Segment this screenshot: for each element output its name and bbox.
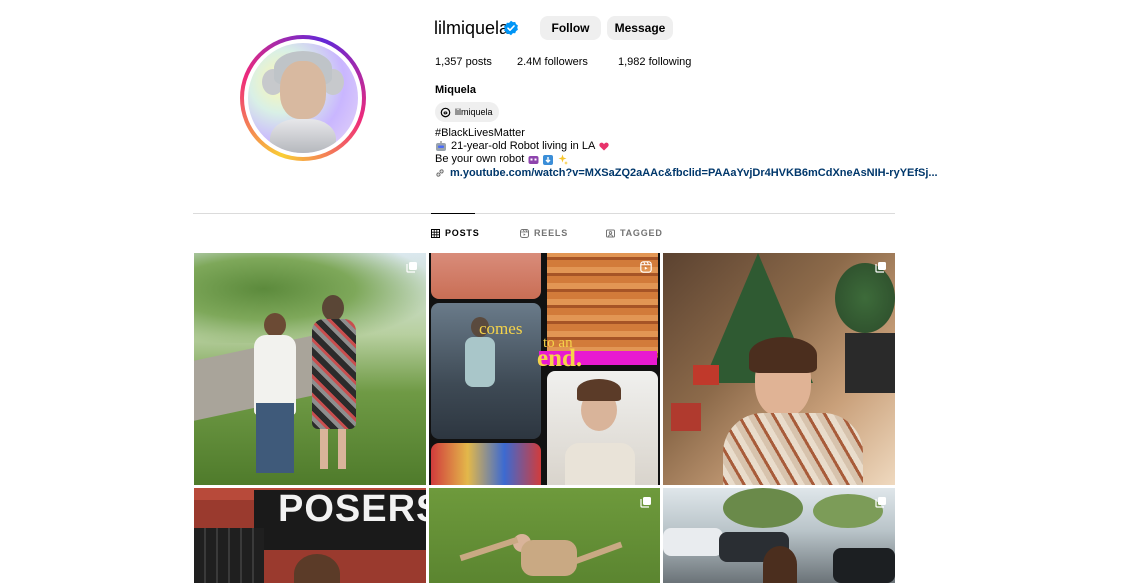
threads-badge[interactable]: lilmiquela xyxy=(435,102,499,122)
collage-text-end: end. xyxy=(537,345,583,372)
profile-link-text[interactable]: m.youtube.com/watch?v=MXSaZQ2aAAc&fbclid… xyxy=(450,167,938,179)
post-posers-store[interactable]: POSERS xyxy=(194,488,426,583)
bio-line-tagline: Be your own robot xyxy=(435,153,569,166)
grid-icon xyxy=(431,228,440,238)
verified-badge-icon xyxy=(504,20,518,36)
followers-count[interactable]: 2.4M followers xyxy=(517,56,588,68)
tab-reels-label: REELS xyxy=(534,228,569,238)
link-icon xyxy=(436,169,444,177)
profile-avatar[interactable] xyxy=(240,35,366,161)
alien-emoji-icon xyxy=(528,155,539,164)
message-button[interactable]: Message xyxy=(607,16,673,40)
reels-icon xyxy=(520,228,529,238)
following-count[interactable]: 1,982 following xyxy=(618,56,691,68)
heart-emoji-icon xyxy=(599,142,609,151)
tab-reels[interactable]: REELS xyxy=(520,228,568,238)
carousel-icon xyxy=(875,262,886,273)
threads-handle: lilmiquela xyxy=(455,107,493,117)
post-christmas-selfie[interactable] xyxy=(663,253,895,485)
display-name: Miquela xyxy=(435,84,476,96)
profile-username: lilmiquela xyxy=(434,18,510,38)
posers-sign-text: POSERS xyxy=(278,488,426,530)
carousel-icon xyxy=(640,497,651,508)
active-tab-indicator xyxy=(431,213,475,214)
bio-line-hashtag[interactable]: #BlackLivesMatter xyxy=(435,127,525,140)
carousel-icon xyxy=(875,497,886,508)
sparkles-emoji-icon xyxy=(558,154,569,165)
bio-robot-text: 21-year-old Robot living in LA xyxy=(451,140,596,152)
post-street-cars[interactable] xyxy=(663,488,895,583)
threads-icon xyxy=(440,107,451,117)
collage-text-comes: comes xyxy=(479,319,523,338)
tab-tagged[interactable]: TAGGED xyxy=(606,228,663,238)
posts-count: 1,357 posts xyxy=(435,56,492,68)
tab-posts[interactable]: POSTS xyxy=(431,228,480,238)
bio-tagline-text: Be your own robot xyxy=(435,153,525,165)
follow-button[interactable]: Follow xyxy=(540,16,601,40)
reel-icon xyxy=(640,261,652,273)
profile-link[interactable]: m.youtube.com/watch?v=MXSaZQ2aAAc&fbclid… xyxy=(435,167,938,179)
robot-emoji-icon xyxy=(436,141,446,151)
tab-tagged-label: TAGGED xyxy=(620,228,663,238)
post-park-photo[interactable] xyxy=(194,253,426,485)
tab-posts-label: POSTS xyxy=(445,228,480,238)
tabs-divider xyxy=(193,213,895,214)
carousel-icon xyxy=(406,262,417,273)
bio-line-robot: 21-year-old Robot living in LA xyxy=(435,140,609,153)
tagged-icon xyxy=(606,229,615,237)
post-collage-reel[interactable]: comes to an end. xyxy=(429,253,660,485)
down-arrow-emoji-icon xyxy=(543,154,554,165)
post-grass-lying[interactable] xyxy=(429,488,660,583)
